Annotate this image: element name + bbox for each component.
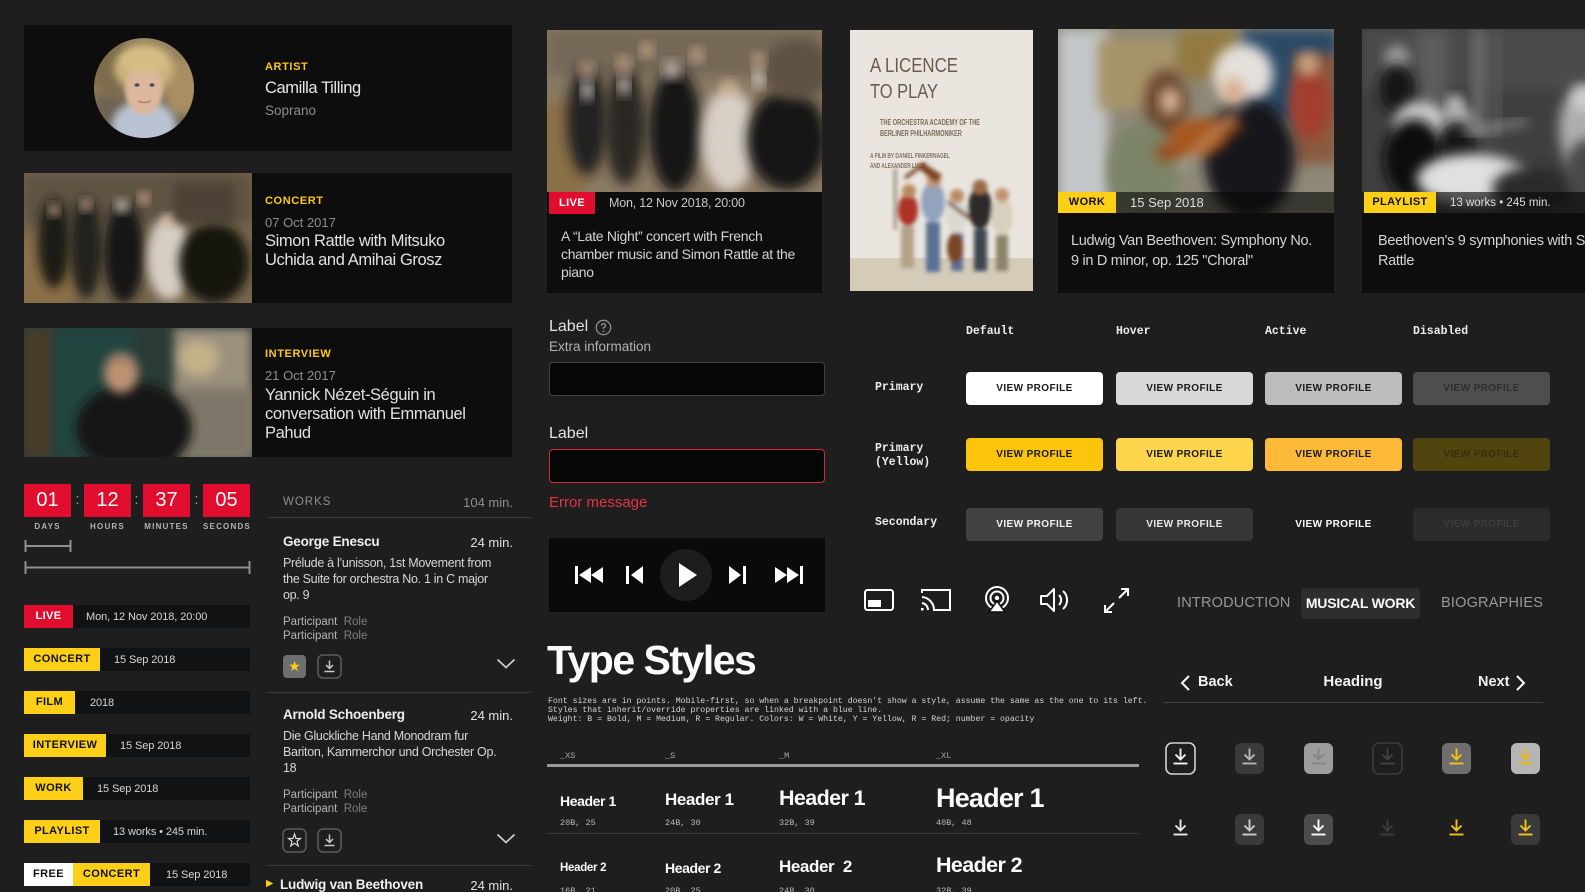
svg-text:THE ORCHESTRA ACADEMY OF THE: THE ORCHESTRA ACADEMY OF THE (880, 118, 980, 127)
svg-text:TO PLAY: TO PLAY (870, 81, 938, 103)
svg-text:A FILM BY DANIEL FINKERNAGEL: A FILM BY DANIEL FINKERNAGEL (870, 153, 951, 160)
svg-text:BERLINER PHILHARMONIKER: BERLINER PHILHARMONIKER (880, 129, 962, 138)
svg-text:A LICENCE: A LICENCE (870, 55, 958, 77)
